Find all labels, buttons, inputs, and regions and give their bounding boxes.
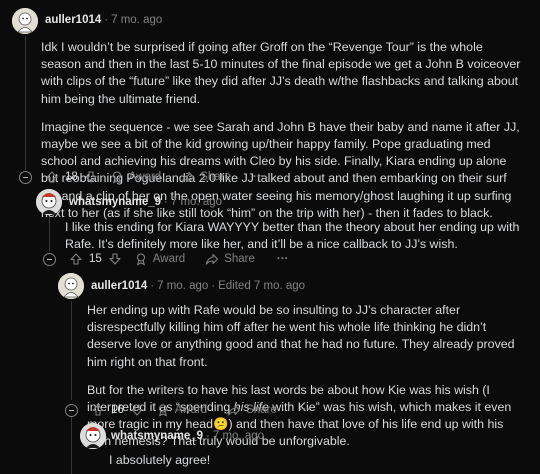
share-label: Share — [224, 253, 255, 265]
vote-score: 16 — [111, 404, 124, 416]
collapse-minus-icon[interactable] — [65, 403, 78, 417]
share-label: Share — [246, 404, 277, 416]
award-button[interactable]: Award — [134, 252, 185, 266]
comment-paragraph: Her ending up with Rafe would be so insu… — [87, 303, 515, 369]
comment-paragraph: Idk I wouldn’t be surprised if going aft… — [41, 40, 521, 106]
separator: · — [150, 280, 155, 292]
username[interactable]: auller1014 — [45, 14, 101, 26]
thread-line — [25, 36, 26, 170]
separator: · — [206, 430, 210, 442]
downvote-button[interactable] — [108, 252, 122, 266]
collapse-minus-icon[interactable] — [19, 170, 32, 184]
comment-actions: 18 Award Share ··· — [19, 168, 264, 186]
comment-meta: auller1014 · 7 mo. ago — [45, 14, 162, 26]
username[interactable]: whatsmyname_9 — [111, 430, 203, 442]
avatar[interactable] — [12, 8, 38, 34]
more-options-button[interactable]: ··· — [277, 253, 289, 265]
edited-label: Edited 7 mo. ago — [218, 280, 306, 292]
arrow-down-icon — [84, 170, 98, 184]
avatar[interactable] — [58, 273, 84, 299]
arrow-down-icon — [108, 252, 122, 266]
award-button[interactable]: Award — [156, 403, 207, 417]
downvote-button[interactable] — [84, 170, 98, 184]
comment-paragraph: I absolutely agree! — [109, 453, 211, 467]
username[interactable]: whatsmyname_9 — [69, 196, 161, 208]
timestamp[interactable]: 7 mo. ago — [213, 430, 264, 442]
award-button[interactable]: Award — [110, 170, 161, 184]
arrow-up-icon — [45, 170, 59, 184]
vote-score: 15 — [89, 253, 102, 265]
arrow-down-icon — [130, 403, 144, 417]
avatar[interactable] — [80, 423, 106, 449]
award-icon — [110, 170, 124, 184]
upvote-button[interactable] — [69, 252, 83, 266]
arrow-up-icon — [91, 403, 105, 417]
timestamp[interactable]: 7 mo. ago — [111, 14, 162, 26]
share-icon — [205, 252, 219, 266]
share-icon — [227, 403, 241, 417]
share-button[interactable]: Share — [227, 403, 277, 417]
upvote-button[interactable] — [91, 403, 105, 417]
more-options-button[interactable]: ··· — [299, 404, 311, 416]
comment-meta: whatsmyname_9 · 7 mo. ago — [69, 196, 222, 208]
comment-body: I absolutely agree! — [109, 452, 529, 474]
comment-meta: auller1014 · 7 mo. ago · Edited 7 mo. ago — [91, 280, 305, 292]
thread-line — [71, 416, 72, 474]
separator: · — [211, 280, 216, 292]
award-icon — [156, 403, 170, 417]
timestamp[interactable]: 7 mo. ago — [171, 196, 222, 208]
username[interactable]: auller1014 — [91, 280, 147, 292]
collapse-minus-icon[interactable] — [43, 252, 56, 266]
arrow-up-icon — [69, 252, 83, 266]
upvote-button[interactable] — [45, 170, 59, 184]
comment-actions: 15 Award Share ··· — [43, 250, 288, 268]
avatar[interactable] — [36, 189, 62, 215]
share-label: Share — [200, 171, 231, 183]
award-icon — [134, 252, 148, 266]
vote-score: 18 — [65, 171, 78, 183]
comment-actions: 16 Award Share ··· — [65, 401, 310, 419]
more-options-button[interactable]: ··· — [253, 171, 265, 183]
share-button[interactable]: Share — [181, 170, 231, 184]
separator: · — [104, 14, 109, 26]
downvote-button[interactable] — [130, 403, 144, 417]
comment-paragraph: I like this ending for Kiara WAYYYY bett… — [65, 220, 520, 252]
thread-line — [71, 301, 72, 400]
share-button[interactable]: Share — [205, 252, 255, 266]
share-icon — [181, 170, 195, 184]
separator: · — [164, 196, 168, 208]
award-label: Award — [128, 171, 162, 183]
award-label: Award — [174, 404, 208, 416]
award-label: Award — [152, 253, 186, 265]
comment-meta: whatsmyname_9 · 7 mo. ago — [111, 430, 264, 442]
timestamp[interactable]: 7 mo. ago — [157, 280, 208, 292]
